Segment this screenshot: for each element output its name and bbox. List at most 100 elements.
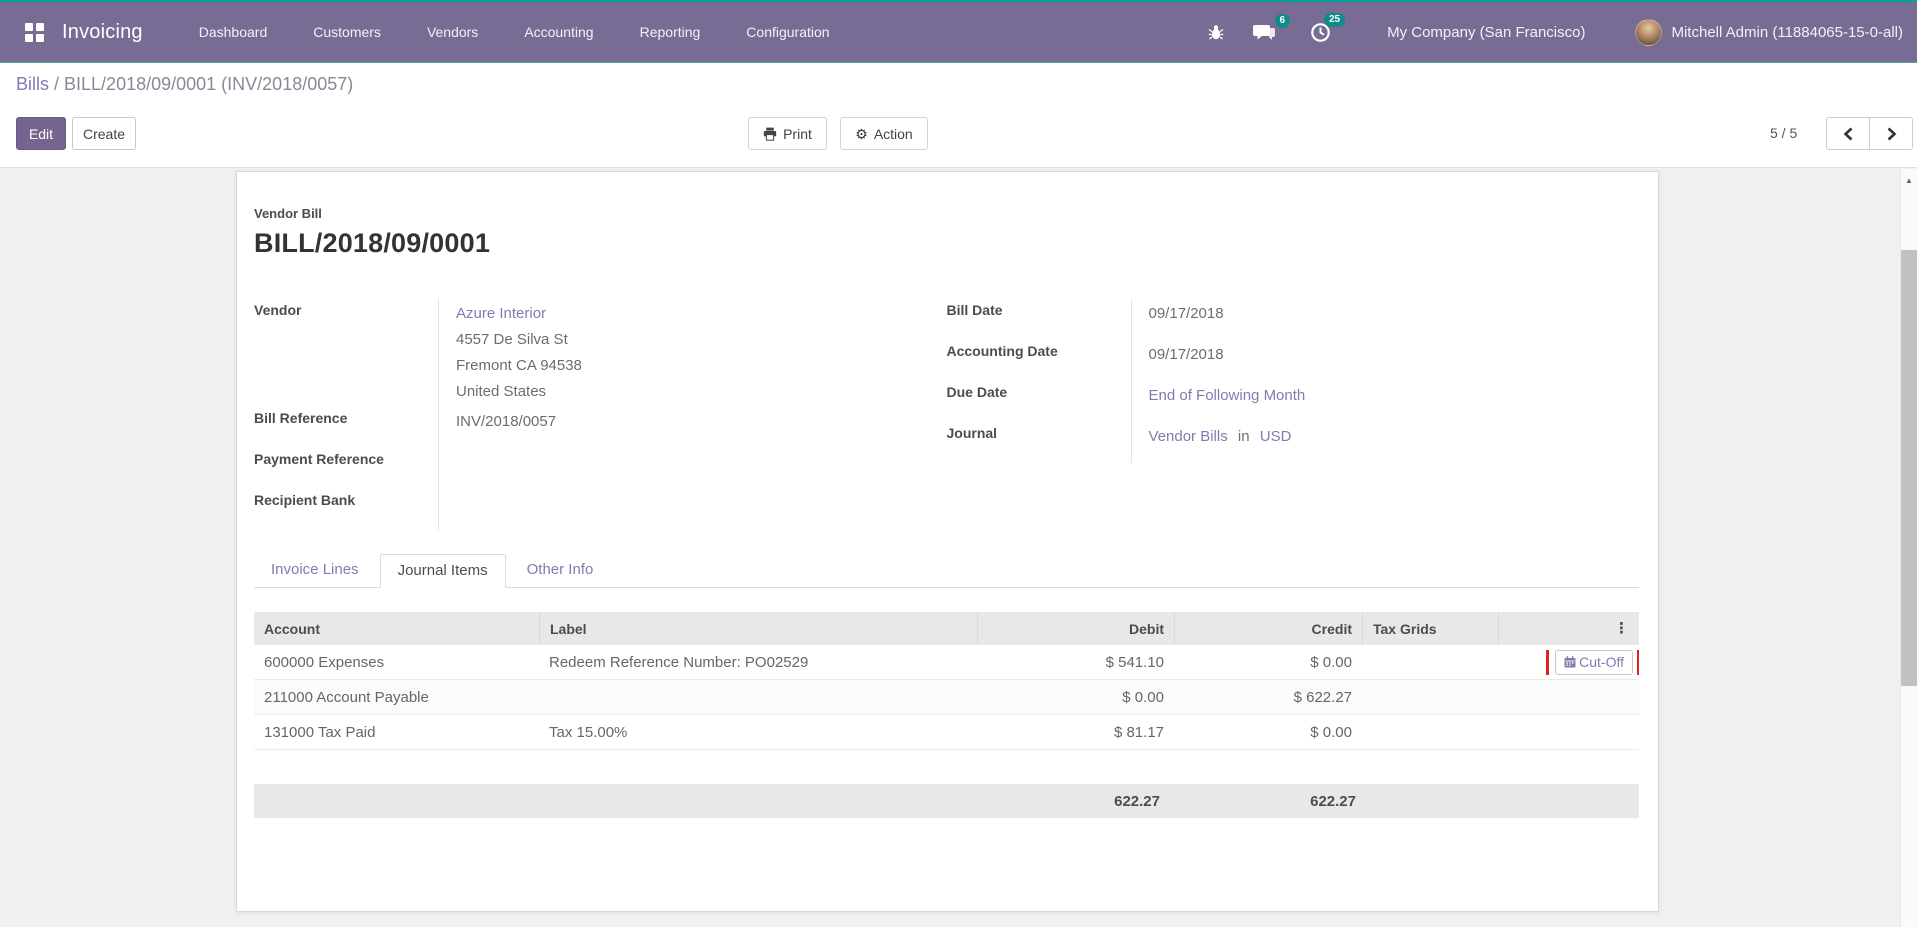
- journal-value[interactable]: Vendor Bills: [1149, 428, 1228, 445]
- tab-other-info[interactable]: Other Info: [510, 554, 611, 588]
- menu-accounting[interactable]: Accounting: [501, 2, 616, 62]
- accounting-date-value: 09/17/2018: [1131, 340, 1640, 381]
- tab-invoice-lines[interactable]: Invoice Lines: [254, 554, 376, 588]
- cell-credit: $ 0.00: [1174, 724, 1362, 741]
- cell-account: 600000 Expenses: [254, 654, 539, 671]
- cell-credit: $ 0.00: [1174, 654, 1362, 671]
- cell-label: Redeem Reference Number: PO02529: [539, 654, 977, 671]
- column-header-tax-grids[interactable]: Tax Grids: [1362, 612, 1498, 645]
- total-debit: 622.27: [977, 793, 1174, 810]
- document-type-label: Vendor Bill: [254, 206, 1639, 221]
- action-label: Action: [874, 126, 913, 142]
- vertical-scrollbar[interactable]: ▲: [1900, 169, 1917, 927]
- top-navbar: Invoicing Dashboard Customers Vendors Ac…: [0, 0, 1917, 63]
- debug-bug-icon[interactable]: [1208, 24, 1224, 41]
- control-panel: Bills / BILL/2018/09/0001 (INV/2018/0057…: [0, 63, 1917, 168]
- calendar-icon: [1564, 656, 1576, 668]
- vendor-label: Vendor: [254, 299, 438, 407]
- due-date-label: Due Date: [947, 381, 1131, 422]
- print-button[interactable]: Print: [748, 117, 827, 150]
- vendor-address-line: United States: [456, 379, 947, 405]
- menu-vendors[interactable]: Vendors: [404, 2, 501, 62]
- accounting-date-label: Accounting Date: [947, 340, 1131, 381]
- breadcrumb-bills-link[interactable]: Bills: [16, 74, 49, 94]
- field-journal: Journal Vendor Bills in USD: [947, 422, 1640, 463]
- cut-off-label: Cut-Off: [1579, 654, 1624, 670]
- apps-grid-icon[interactable]: [25, 23, 44, 42]
- user-avatar[interactable]: [1635, 19, 1662, 46]
- journal-currency[interactable]: USD: [1260, 428, 1292, 445]
- menu-reporting[interactable]: Reporting: [617, 2, 724, 62]
- bill-reference-value: INV/2018/0057: [438, 407, 947, 448]
- pager: [1826, 117, 1913, 150]
- document-name: BILL/2018/09/0001: [254, 228, 1639, 259]
- scrollbar-thumb[interactable]: [1901, 250, 1917, 686]
- activities-count-badge: 25: [1324, 13, 1345, 27]
- create-button[interactable]: Create: [72, 117, 136, 150]
- vendor-link[interactable]: Azure Interior: [456, 301, 947, 327]
- optional-columns-toggle[interactable]: ⋮: [1498, 612, 1639, 645]
- field-payment-reference: Payment Reference: [254, 448, 947, 489]
- gear-icon: ⚙: [855, 127, 868, 141]
- document-sheet: Vendor Bill BILL/2018/09/0001 Vendor Azu…: [236, 171, 1659, 912]
- column-header-debit[interactable]: Debit: [977, 612, 1174, 645]
- cell-account: 131000 Tax Paid: [254, 724, 539, 741]
- journal-label: Journal: [947, 422, 1131, 463]
- cell-label: Tax 15.00%: [539, 724, 977, 741]
- vendor-address-line: Fremont CA 94538: [456, 353, 947, 379]
- table-row[interactable]: 131000 Tax Paid Tax 15.00% $ 81.17 $ 0.0…: [254, 715, 1639, 750]
- field-due-date: Due Date End of Following Month: [947, 381, 1640, 422]
- pager-previous-button[interactable]: [1826, 117, 1870, 150]
- print-label: Print: [783, 126, 812, 142]
- edit-button[interactable]: Edit: [16, 117, 66, 150]
- menu-customers[interactable]: Customers: [290, 2, 404, 62]
- printer-icon: [763, 127, 777, 141]
- bill-date-value: 09/17/2018: [1131, 299, 1640, 340]
- recipient-bank-label: Recipient Bank: [254, 489, 438, 530]
- pager-counter: 5 / 5: [1770, 125, 1797, 141]
- table-header-row: Account Label Debit Credit Tax Grids ⋮: [254, 612, 1639, 645]
- menu-dashboard[interactable]: Dashboard: [176, 2, 291, 62]
- cell-credit: $ 622.27: [1174, 689, 1362, 706]
- payment-reference-label: Payment Reference: [254, 448, 438, 489]
- tab-journal-items[interactable]: Journal Items: [380, 554, 506, 588]
- user-menu[interactable]: Mitchell Admin (11884065-15-0-all): [1671, 24, 1903, 41]
- scrollbar-up-arrow-icon[interactable]: ▲: [1901, 169, 1917, 185]
- table-row[interactable]: 600000 Expenses Redeem Reference Number:…: [254, 645, 1639, 680]
- column-header-credit[interactable]: Credit: [1174, 612, 1362, 645]
- navbar-systray: 6 25 My Company (San Francisco) Mitchell…: [1208, 19, 1917, 46]
- field-accounting-date: Accounting Date 09/17/2018: [947, 340, 1640, 381]
- column-header-account[interactable]: Account: [254, 612, 539, 645]
- messages-icon[interactable]: 6: [1252, 23, 1276, 42]
- table-row[interactable]: 211000 Account Payable $ 0.00 $ 622.27: [254, 680, 1639, 715]
- breadcrumb-current: BILL/2018/09/0001 (INV/2018/0057): [64, 74, 353, 94]
- cell-debit: $ 0.00: [977, 689, 1174, 706]
- chevron-left-icon: [1843, 127, 1854, 141]
- form-view-background: Vendor Bill BILL/2018/09/0001 Vendor Azu…: [0, 169, 1900, 927]
- breadcrumb-separator: /: [49, 74, 64, 94]
- action-button[interactable]: ⚙ Action: [840, 117, 928, 150]
- due-date-value[interactable]: End of Following Month: [1149, 387, 1306, 404]
- company-switcher[interactable]: My Company (San Francisco): [1387, 24, 1585, 41]
- vendor-address: 4557 De Silva St Fremont CA 94538 United…: [456, 327, 947, 405]
- cell-debit: $ 541.10: [977, 654, 1174, 671]
- menu-configuration[interactable]: Configuration: [723, 2, 852, 62]
- totals-row: 622.27 622.27: [254, 784, 1639, 818]
- cut-off-button[interactable]: Cut-Off: [1555, 650, 1633, 675]
- field-recipient-bank: Recipient Bank: [254, 489, 947, 530]
- pager-next-button[interactable]: [1869, 117, 1913, 150]
- column-header-label[interactable]: Label: [539, 612, 977, 645]
- journal-connector: in: [1238, 428, 1250, 445]
- left-field-group: Vendor Azure Interior 4557 De Silva St F…: [254, 299, 947, 530]
- main-menu: Dashboard Customers Vendors Accounting R…: [176, 2, 853, 62]
- cell-debit: $ 81.17: [977, 724, 1174, 741]
- activities-clock-icon[interactable]: 25: [1310, 22, 1331, 43]
- right-field-group: Bill Date 09/17/2018 Accounting Date 09/…: [947, 299, 1640, 530]
- bill-reference-label: Bill Reference: [254, 407, 438, 448]
- app-title[interactable]: Invoicing: [62, 21, 143, 44]
- messages-count-badge: 6: [1275, 14, 1291, 28]
- journal-items-table: Account Label Debit Credit Tax Grids ⋮ 6…: [254, 612, 1639, 818]
- ellipsis-vertical-icon: ⋮: [1614, 621, 1629, 636]
- field-vendor: Vendor Azure Interior 4557 De Silva St F…: [254, 299, 947, 407]
- cell-account: 211000 Account Payable: [254, 689, 539, 706]
